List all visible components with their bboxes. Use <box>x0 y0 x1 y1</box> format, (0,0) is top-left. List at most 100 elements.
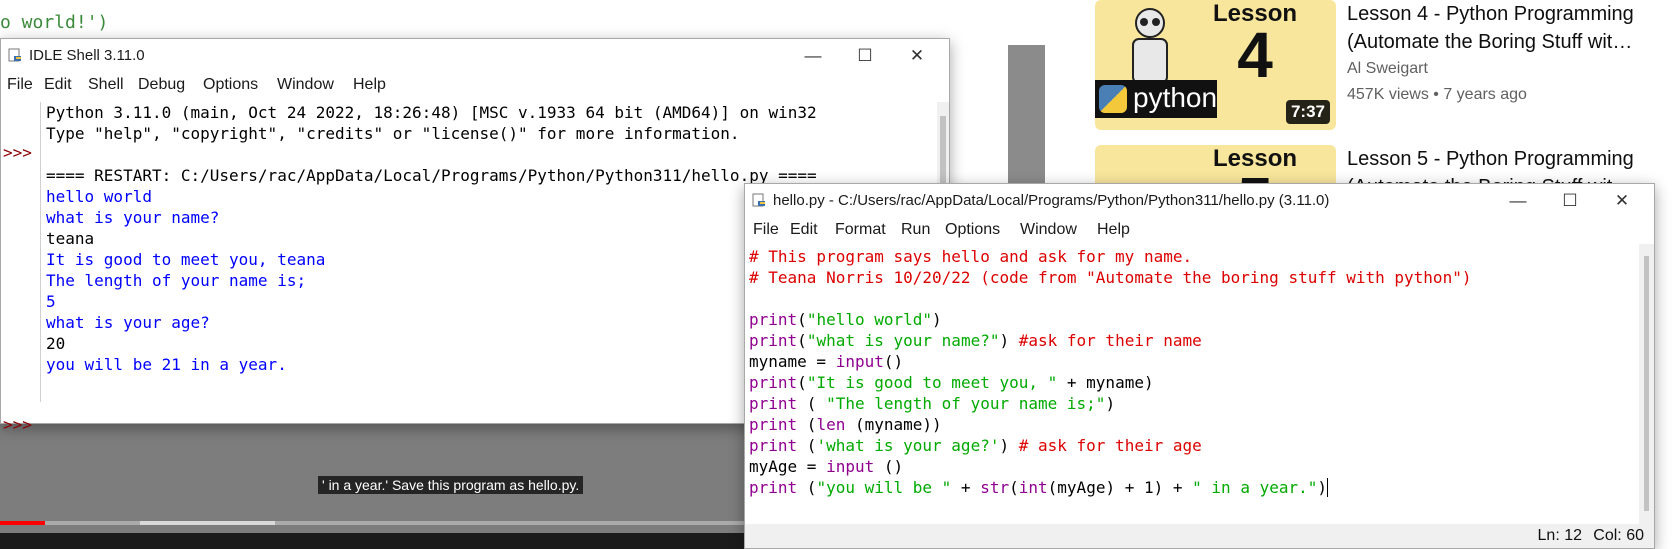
code-token: myAge = <box>749 457 827 476</box>
menu-window[interactable]: Window <box>1020 221 1077 239</box>
upload-age: 7 years ago <box>1443 86 1527 103</box>
code-line: print ( "The length of your name is;") <box>749 393 1629 414</box>
menu-edit[interactable]: Edit <box>790 221 818 239</box>
view-count: 457K views <box>1347 86 1429 103</box>
menu-file[interactable]: File <box>753 221 779 239</box>
idle-app-icon <box>752 193 765 207</box>
editor-statusbar: Ln: 12 Col: 60 <box>745 524 1654 548</box>
editor-scrollbar-thumb[interactable] <box>1644 256 1649 511</box>
code-token: ) <box>1105 394 1116 413</box>
code-token: # ask for their age <box>1018 436 1202 455</box>
minimize-button[interactable]: — <box>1492 184 1544 217</box>
code-token: str <box>980 478 1010 497</box>
code-line: myname = input() <box>749 351 1629 372</box>
code-token: input <box>826 457 875 476</box>
code-token: "hello world" <box>806 310 933 329</box>
editor-scrollbar[interactable] <box>1639 244 1654 526</box>
code-token: "The length of your name is;" <box>826 394 1106 413</box>
code-token: print <box>749 478 798 497</box>
python-logo-text: python <box>1133 82 1218 113</box>
editor-window: hello.py - C:/Users/rac/AppData/Local/Pr… <box>744 183 1655 549</box>
code-token: print <box>749 394 798 413</box>
code-token: (myAge) + 1) + <box>1047 478 1193 497</box>
code-token: "It is good to meet you, " <box>806 373 1058 392</box>
code-token: "you will be " <box>816 478 952 497</box>
menu-shell[interactable]: Shell <box>88 76 124 94</box>
code-token: ( <box>797 415 817 434</box>
shell-prompt-gutter: >>> >>> <box>1 102 41 434</box>
menu-help[interactable]: Help <box>1097 221 1130 239</box>
code-editor-area[interactable]: # This program says hello and ask for my… <box>749 246 1629 516</box>
code-line: print("what is your name?") #ask for the… <box>749 330 1629 351</box>
video-progress-buffered <box>140 521 275 525</box>
cursor-column: Col: 60 <box>1593 527 1644 544</box>
code-token: print <box>749 331 798 350</box>
code-token: len <box>816 415 846 434</box>
background-panel <box>948 0 1008 185</box>
shell-prompt: >>> <box>3 143 32 162</box>
code-token: ( <box>797 436 817 455</box>
code-line: # This program says hello and ask for my… <box>749 246 1629 267</box>
code-token: ( <box>797 394 827 413</box>
video-meta: 457K views • 7 years ago <box>1347 86 1527 103</box>
video-caption: ' in a year.' Save this program as hello… <box>318 476 584 494</box>
shell-menubar: File Edit Shell Debug Options Window Hel… <box>1 72 949 100</box>
code-token: print <box>749 415 798 434</box>
recommended-video-item[interactable]: Lesson 4 python 7:37 Lesson 4 - Python P… <box>1095 0 1679 132</box>
code-token: ( <box>797 310 807 329</box>
menu-help[interactable]: Help <box>353 76 386 94</box>
code-line: print("It is good to meet you, " + mynam… <box>749 372 1629 393</box>
video-title[interactable]: Lesson 4 - Python Programming (Automate … <box>1347 0 1657 56</box>
close-button[interactable]: ✕ <box>1596 184 1648 217</box>
shell-line: Type "help", "copyright", "credits" or "… <box>46 124 740 143</box>
video-thumbnail[interactable]: Lesson 4 python 7:37 <box>1095 0 1336 130</box>
minimize-button[interactable]: — <box>787 39 839 72</box>
code-token: ) <box>999 436 1019 455</box>
shell-titlebar[interactable]: IDLE Shell 3.11.0 — ☐ ✕ <box>1 39 949 72</box>
python-logo: python <box>1095 80 1217 118</box>
code-token: ) <box>932 310 942 329</box>
code-token: ) <box>1317 478 1328 497</box>
menu-format[interactable]: Format <box>835 221 886 239</box>
python-snake-icon <box>1099 85 1127 113</box>
code-line: print (len (myname)) <box>749 414 1629 435</box>
code-token: ( <box>797 331 807 350</box>
video-progress-played <box>0 521 45 525</box>
maximize-button[interactable]: ☐ <box>1544 184 1596 217</box>
code-token: ( <box>797 373 807 392</box>
code-token: print <box>749 373 798 392</box>
code-token: myname = <box>749 352 836 371</box>
code-token: # Teana Norris 10/20/22 (code from "Auto… <box>749 268 1472 287</box>
editor-title: hello.py - C:/Users/rac/AppData/Local/Pr… <box>773 192 1330 209</box>
shell-line: Python 3.11.0 (main, Oct 24 2022, 18:26:… <box>46 103 817 122</box>
menu-window[interactable]: Window <box>277 76 334 94</box>
maximize-button[interactable]: ☐ <box>839 39 891 72</box>
menu-file[interactable]: File <box>7 76 33 94</box>
code-line: print ('what is your age?') # ask for th… <box>749 435 1629 456</box>
code-line: print ("you will be " + str(int(myAge) +… <box>749 477 1629 498</box>
thumbnail-lesson-number: 4 <box>1237 19 1273 91</box>
code-token: ( <box>797 478 817 497</box>
video-progress-bar[interactable] <box>0 521 760 525</box>
cursor-line: Ln: 12 <box>1537 527 1582 544</box>
menu-options[interactable]: Options <box>203 76 258 94</box>
menu-run[interactable]: Run <box>901 221 930 239</box>
menu-edit[interactable]: Edit <box>44 76 72 94</box>
code-line: myAge = input () <box>749 456 1629 477</box>
video-controls-bar <box>0 533 760 549</box>
code-token: + <box>951 478 981 497</box>
editor-titlebar[interactable]: hello.py - C:/Users/rac/AppData/Local/Pr… <box>745 184 1654 217</box>
channel-name[interactable]: Al Sweigart <box>1347 60 1428 78</box>
code-token: + myname) <box>1057 373 1154 392</box>
code-token: int <box>1018 478 1048 497</box>
menu-options[interactable]: Options <box>945 221 1000 239</box>
code-line: print("hello world") <box>749 309 1629 330</box>
close-button[interactable]: ✕ <box>891 39 943 72</box>
code-token: " in a year." <box>1192 478 1318 497</box>
menu-debug[interactable]: Debug <box>138 76 185 94</box>
code-token: () <box>874 457 904 476</box>
editor-menubar: File Edit Format Run Options Window Help <box>745 217 1654 245</box>
code-token: print <box>749 436 798 455</box>
